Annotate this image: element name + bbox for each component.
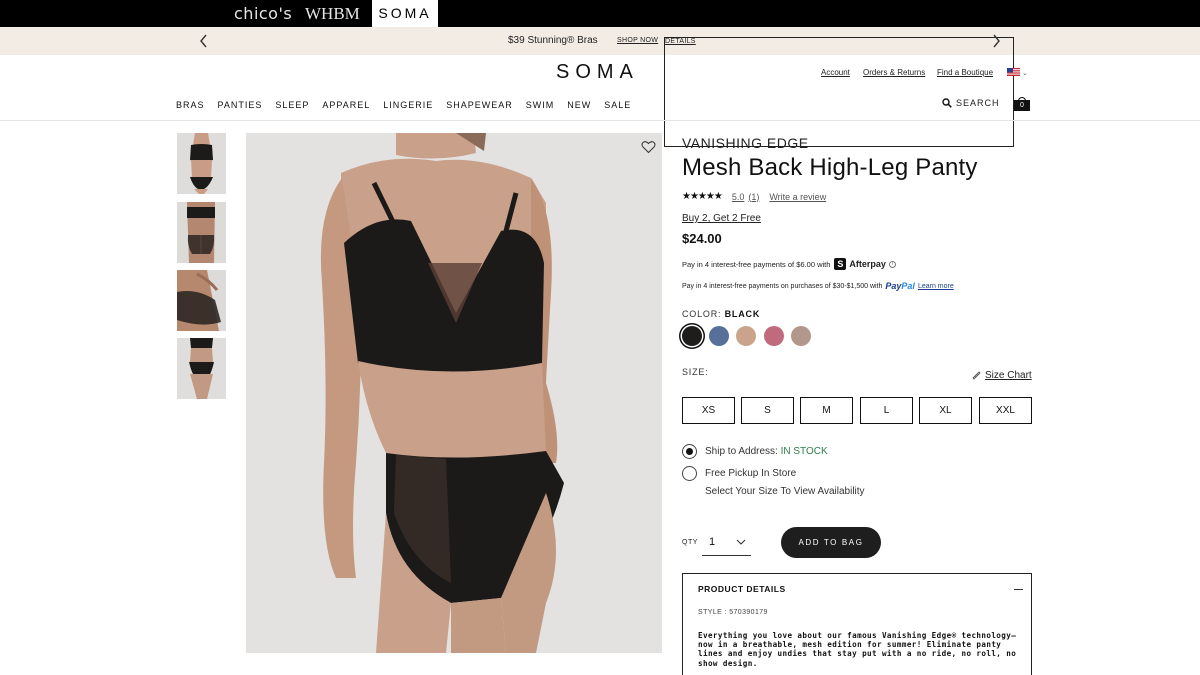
- add-to-bag-button[interactable]: ADD TO BAG: [781, 527, 881, 558]
- search-icon: [942, 98, 952, 108]
- size-button-xs[interactable]: XS: [682, 397, 735, 424]
- color-swatch-slate-blue[interactable]: [709, 326, 729, 346]
- nav-item-panties[interactable]: PANTIES: [218, 100, 263, 110]
- size-chart-link[interactable]: Size Chart: [972, 370, 1032, 381]
- bag-count: 0: [1014, 100, 1030, 111]
- size-label: SIZE:: [682, 367, 709, 377]
- product-details-panel: PRODUCT DETAILS STYLE : 570390179 Everyt…: [682, 573, 1032, 675]
- nav-item-sleep[interactable]: SLEEP: [275, 100, 309, 110]
- collapse-minus-icon[interactable]: [1014, 589, 1023, 590]
- us-flag-icon[interactable]: [1007, 68, 1020, 76]
- header-divider: [0, 120, 1200, 121]
- star-rating-icon: ★★★★★: [682, 191, 723, 202]
- afterpay-name: Afterpay: [849, 259, 886, 269]
- brand-link-whbm[interactable]: WHBM: [305, 0, 360, 27]
- product-rating: ★★★★★ 5.0 (1) Write a review: [682, 191, 826, 202]
- promo-message: $39 Stunning® Bras: [508, 35, 598, 46]
- brand-link-chicos[interactable]: chico's: [234, 0, 292, 27]
- product-main-image[interactable]: [246, 133, 662, 653]
- nav-item-sale[interactable]: SALE: [604, 100, 631, 110]
- promo-bar: $39 Stunning® Bras SHOP NOW DETAILS: [0, 27, 1200, 147]
- orders-returns-link[interactable]: Orders & Returns: [863, 68, 925, 77]
- main-nav: BRAS PANTIES SLEEP APPAREL LINGERIE SHAP…: [176, 100, 644, 110]
- info-icon[interactable]: i: [888, 260, 896, 268]
- search-label: SEARCH: [956, 98, 1000, 108]
- nav-item-lingerie[interactable]: LINGERIE: [383, 100, 433, 110]
- thumbnail-1[interactable]: [177, 133, 226, 194]
- color-label: COLOR: BLACK: [682, 309, 760, 319]
- color-swatch-black[interactable]: [682, 326, 702, 346]
- thumbnail-3[interactable]: [177, 270, 226, 331]
- product-details-heading[interactable]: PRODUCT DETAILS: [698, 584, 786, 594]
- color-label-prefix: COLOR:: [682, 309, 722, 319]
- color-swatch-mocha[interactable]: [791, 326, 811, 346]
- nav-item-swim[interactable]: SWIM: [526, 100, 555, 110]
- size-button-m[interactable]: M: [800, 397, 853, 424]
- product-style-number: STYLE : 570390179: [698, 609, 768, 616]
- brand-link-soma[interactable]: SOMA: [372, 0, 438, 27]
- size-button-xxl[interactable]: XXL: [979, 397, 1032, 424]
- write-review-link[interactable]: Write a review: [769, 192, 826, 202]
- color-swatch-nude[interactable]: [736, 326, 756, 346]
- brand-bar: chico's WHBM SOMA: [0, 0, 1200, 27]
- account-link[interactable]: Account: [821, 68, 850, 77]
- ship-to-address-label: Ship to Address: IN STOCK: [705, 446, 828, 457]
- quantity-select[interactable]: 1: [702, 530, 751, 556]
- stock-status: IN STOCK: [780, 446, 828, 457]
- pickup-in-store-label: Free Pickup In Store: [705, 468, 797, 479]
- paypal-learn-more-link[interactable]: Learn more: [918, 283, 954, 290]
- paypal-logo: PayPal: [885, 281, 915, 291]
- heart-icon[interactable]: [641, 140, 656, 154]
- pickup-in-store-radio[interactable]: [682, 466, 697, 481]
- product-description: Everything you love about our famous Van…: [698, 631, 1017, 668]
- afterpay-message: Pay in 4 interest-free payments of $6.00…: [682, 258, 896, 270]
- nav-item-shapewear[interactable]: SHAPEWEAR: [446, 100, 513, 110]
- ship-label: Ship to Address:: [705, 446, 778, 457]
- nav-item-bras[interactable]: BRAS: [176, 100, 205, 110]
- promotion-link[interactable]: Buy 2, Get 2 Free: [682, 213, 761, 224]
- product-collection: VANISHING EDGE: [682, 135, 809, 151]
- promo-shop-now-link[interactable]: SHOP NOW: [617, 37, 658, 44]
- size-button-s[interactable]: S: [741, 397, 794, 424]
- quantity-label: QTY: [682, 539, 698, 546]
- size-chart-label: Size Chart: [985, 370, 1032, 381]
- paypal-text: Pay in 4 interest-free payments on purch…: [682, 282, 883, 290]
- chevron-down-icon: [736, 539, 746, 545]
- find-boutique-link[interactable]: Find a Boutique: [937, 68, 993, 77]
- product-title: Mesh Back High-Leg Panty: [682, 154, 978, 181]
- product-price: $24.00: [682, 231, 722, 246]
- search-button[interactable]: SEARCH: [942, 98, 1000, 108]
- ruler-icon: [972, 371, 981, 380]
- size-button-l[interactable]: L: [860, 397, 913, 424]
- paypal-message: Pay in 4 interest-free payments on purch…: [682, 281, 954, 291]
- afterpay-icon: S: [834, 258, 847, 270]
- nav-item-new[interactable]: NEW: [567, 100, 591, 110]
- color-swatch-rose[interactable]: [764, 326, 784, 346]
- pickup-availability-note: Select Your Size To View Availability: [705, 486, 865, 497]
- ship-to-address-radio[interactable]: [682, 444, 697, 459]
- chevron-down-icon[interactable]: ⌄: [1022, 69, 1028, 77]
- size-button-xl[interactable]: XL: [919, 397, 972, 424]
- thumbnail-4[interactable]: [177, 338, 226, 399]
- site-logo[interactable]: SOMA: [556, 61, 639, 84]
- selected-color: BLACK: [724, 309, 761, 319]
- review-count[interactable]: (1): [748, 192, 759, 202]
- paypal-logo-pay: Pay: [885, 281, 902, 291]
- rating-value[interactable]: 5.0: [732, 192, 745, 202]
- chevron-right-icon[interactable]: [988, 32, 1004, 50]
- afterpay-text: Pay in 4 interest-free payments of $6.00…: [682, 259, 831, 269]
- promo-details-link[interactable]: DETAILS: [664, 37, 1014, 147]
- shopping-bag-button[interactable]: 0: [1014, 97, 1030, 111]
- chevron-left-icon[interactable]: [196, 32, 212, 50]
- thumbnail-2[interactable]: [177, 202, 226, 263]
- nav-item-apparel[interactable]: APPAREL: [322, 100, 370, 110]
- quantity-value: 1: [709, 536, 716, 548]
- paypal-logo-pal: Pal: [901, 281, 915, 291]
